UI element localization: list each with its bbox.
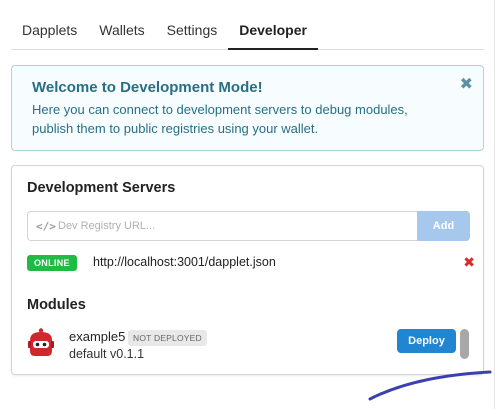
module-version: default v0.1.1: [69, 347, 145, 361]
tab-settings[interactable]: Settings: [156, 14, 229, 50]
close-icon[interactable]: ✖: [460, 77, 473, 93]
tab-developer[interactable]: Developer: [228, 14, 318, 50]
module-name: example5: [69, 329, 126, 344]
code-icon: </>: [36, 219, 56, 233]
registry-url-input[interactable]: [58, 220, 358, 232]
developer-panel: Dapplets Wallets Settings Developer Welc…: [0, 0, 495, 409]
welcome-title: Welcome to Development Mode!: [32, 79, 263, 96]
status-badge: ONLINE: [27, 255, 77, 271]
developer-segment: Development Servers </> Add ONLINE http:…: [11, 165, 484, 375]
registry-input-box: </>: [27, 211, 417, 241]
tab-dapplets[interactable]: Dapplets: [11, 14, 88, 50]
dev-servers-title: Development Servers: [27, 180, 176, 196]
modules-title: Modules: [27, 297, 86, 313]
tab-bar: Dapplets Wallets Settings Developer: [11, 14, 484, 50]
pen-stroke-annotation: [368, 370, 492, 401]
server-row: ONLINE http://localhost:3001/dapplet.jso…: [27, 254, 475, 271]
add-button[interactable]: Add: [417, 211, 470, 241]
welcome-text: Here you can connect to development serv…: [32, 102, 408, 136]
welcome-message: Welcome to Development Mode! Here you ca…: [11, 65, 484, 151]
module-avatar-icon: [28, 328, 54, 356]
remove-server-icon[interactable]: ✖: [463, 254, 475, 271]
scrollbar-thumb[interactable]: [460, 329, 469, 359]
deploy-status-badge: NOT DEPLOYED: [128, 330, 207, 346]
registry-input-group: </> Add: [27, 211, 470, 241]
server-url: http://localhost:3001/dapplet.json: [93, 255, 276, 269]
deploy-button[interactable]: Deploy: [397, 329, 456, 353]
tab-wallets[interactable]: Wallets: [88, 14, 155, 50]
